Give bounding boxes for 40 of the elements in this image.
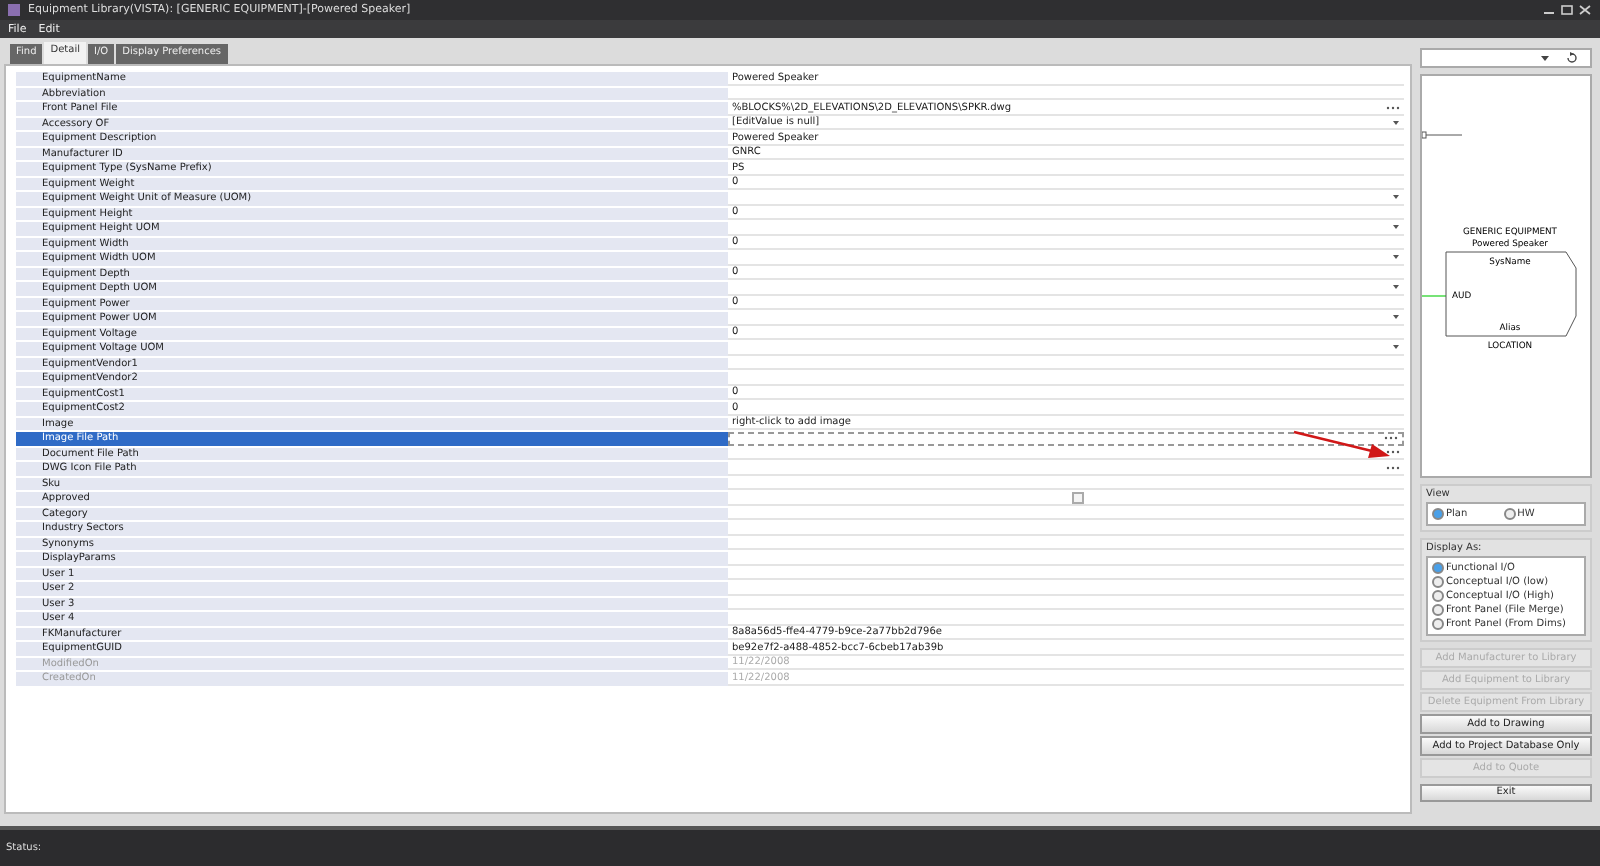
dropdown-arrow-icon[interactable] [1392,224,1400,231]
row-header[interactable] [16,372,30,385]
row-header[interactable] [16,522,30,535]
ellipsis-icon[interactable] [1386,465,1400,470]
refresh-icon[interactable] [1566,52,1578,65]
row-header[interactable] [16,552,30,565]
dropdown-arrow-icon[interactable] [1392,314,1400,321]
ellipsis-icon[interactable] [1386,450,1400,455]
arrow-annotation [1292,428,1392,460]
row-header[interactable] [16,342,30,355]
row-header[interactable] [16,132,30,145]
row-header[interactable] [16,222,30,235]
dropdown-arrow-icon[interactable] [1392,194,1400,201]
row-header[interactable] [16,282,30,295]
row-header[interactable] [16,492,30,505]
row-header[interactable] [16,432,30,445]
row-header[interactable] [16,192,30,205]
row-header[interactable] [16,312,30,325]
restore-icon[interactable] [1560,4,1574,16]
close-icon[interactable] [1578,4,1592,16]
row-header[interactable] [16,582,30,595]
dropdown-arrow-icon[interactable] [1392,254,1400,261]
row-header[interactable] [16,402,30,415]
ellipsis-icon[interactable] [1386,105,1400,110]
row-header[interactable] [16,252,30,265]
dropdown-arrow-icon[interactable] [1392,284,1400,291]
wire-drawing [1422,132,1463,140]
ellipsis-icon[interactable] [1384,436,1398,441]
row-header[interactable] [16,462,30,475]
row-header[interactable] [16,102,30,115]
app-icon [8,4,20,16]
row-header[interactable] [16,612,30,625]
row-header[interactable] [16,642,30,655]
dropdown-arrow-icon[interactable] [1392,344,1400,351]
dropdown-arrow-icon[interactable] [1540,54,1550,63]
connection-line [1422,295,1447,298]
dropdown-arrow-icon[interactable] [1392,119,1400,126]
row-header[interactable] [16,72,30,85]
equipment-block [1445,252,1577,338]
row-header[interactable] [16,162,30,175]
